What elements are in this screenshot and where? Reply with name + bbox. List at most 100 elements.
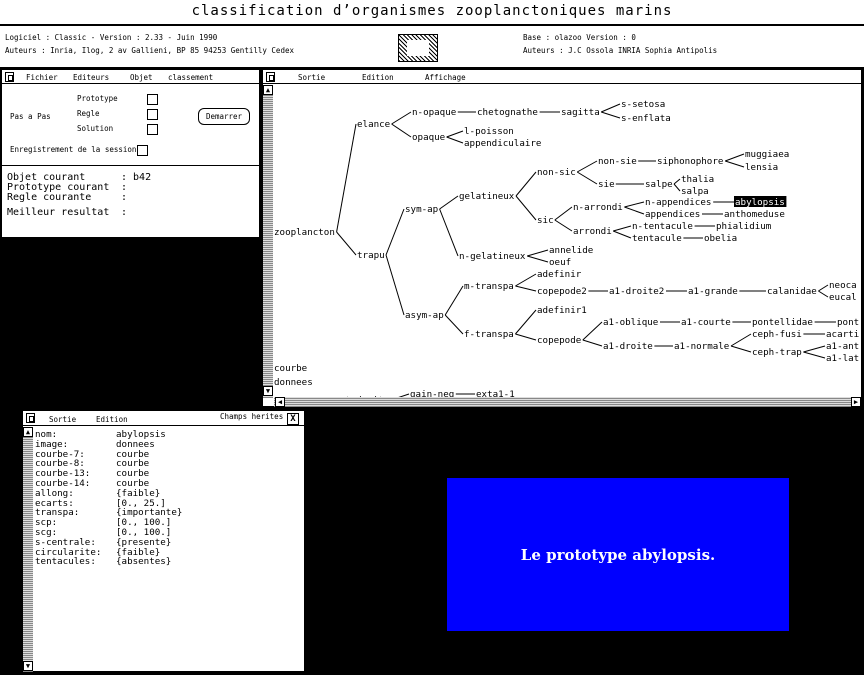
tree-node-annelide[interactable]: annelide — [549, 245, 593, 256]
tree-node-obelia[interactable]: obelia — [704, 233, 737, 244]
tree-node-ceph-trap[interactable]: ceph-trap — [752, 347, 802, 358]
tree-node-f-transpa[interactable]: f-transpa — [464, 329, 514, 340]
close-icon[interactable]: X — [287, 413, 299, 425]
vertical-scrollbar[interactable] — [23, 427, 33, 672]
tree-node-n-opaque[interactable]: n-opaque — [412, 107, 456, 118]
tree-node-ant-droite[interactable]: ant-droite — [334, 395, 389, 397]
horizontal-scrollbar[interactable] — [274, 397, 861, 407]
tree-node-adefinir1[interactable]: adefinir1 — [537, 305, 587, 316]
tree-node-asym-ap[interactable]: asym-ap — [405, 310, 444, 321]
vertical-scrollbar[interactable] — [263, 85, 273, 398]
tree-node-s-enflata[interactable]: s-enflata — [621, 113, 671, 124]
regle-checkbox[interactable] — [147, 109, 158, 120]
scroll-down-button[interactable]: ▼ — [23, 661, 33, 671]
scroll-down-button[interactable]: ▼ — [263, 386, 273, 396]
tree-node-sie[interactable]: sie — [598, 179, 615, 190]
tree-edge — [576, 171, 598, 185]
enregistrement-label: Enregistrement de la session — [10, 145, 137, 154]
scroll-left-button[interactable]: ◀ — [275, 397, 285, 407]
tree-node-gain-neg[interactable]: gain-neg — [410, 389, 454, 397]
menu-sortie[interactable]: Sortie — [298, 73, 325, 82]
tree-node-tentacule[interactable]: tentacule — [632, 233, 682, 244]
tree-node-l-poisson[interactable]: l-poisson — [464, 126, 514, 137]
window-menu-icon[interactable] — [5, 72, 14, 82]
tree-node-sagitta[interactable]: sagitta — [561, 107, 600, 118]
tree-node-n-tentacule[interactable]: n-tentacule — [632, 221, 693, 232]
tree-node-a1-grande[interactable]: a1-grande — [688, 286, 738, 297]
tree-node-oeuf[interactable]: oeuf — [549, 257, 571, 268]
tree-node-appendices[interactable]: appendices — [645, 209, 700, 220]
tree-node-courbe[interactable]: courbe — [274, 363, 307, 374]
tree-node-abylopsis[interactable]: abylopsis — [735, 197, 785, 208]
tree-node-siphonophore[interactable]: siphonophore — [657, 156, 723, 167]
tree-node-neoca[interactable]: neoca — [829, 280, 857, 291]
regle-label: Regle — [77, 109, 100, 118]
enregistrement-checkbox[interactable] — [137, 145, 148, 156]
window-menu-icon[interactable] — [26, 413, 35, 423]
tree-node-sic[interactable]: sic — [537, 215, 554, 226]
tree-node-anthomeduse[interactable]: anthomeduse — [724, 209, 785, 220]
tree-edge — [673, 178, 681, 185]
tree-node-acarti[interactable]: acarti — [826, 329, 859, 340]
tree-node-adefinir[interactable]: adefinir — [537, 269, 582, 280]
tree-node-donnees[interactable]: donnees — [274, 377, 313, 388]
tree-node-arrondi[interactable]: arrondi — [573, 226, 612, 237]
window-menu-icon[interactable] — [266, 72, 275, 82]
tree-node-exta1-1[interactable]: exta1-1 — [476, 389, 515, 397]
menu-fichier[interactable]: Fichier — [26, 73, 58, 82]
tree-node-ceph-fusi[interactable]: ceph-fusi — [752, 329, 802, 340]
tree-node-m-transpa[interactable]: m-transpa — [464, 281, 514, 292]
tree-node-salpe[interactable]: salpe — [645, 179, 673, 190]
tree-node-copepode2[interactable]: copepode2 — [537, 286, 587, 297]
tree-node-lensia[interactable]: lensia — [745, 162, 778, 173]
tree-node-a1-oblique[interactable]: a1-oblique — [603, 317, 658, 328]
tree-node-elance[interactable]: elance — [357, 119, 390, 130]
scroll-up-button[interactable]: ▲ — [263, 85, 273, 95]
menu-affichage[interactable]: Affichage — [425, 73, 466, 82]
tree-node-phialidium[interactable]: phialidium — [716, 221, 772, 232]
menu-edition[interactable]: Edition — [96, 415, 128, 424]
scroll-up-button[interactable]: ▲ — [23, 427, 33, 437]
tree-node-copepode[interactable]: copepode — [537, 335, 581, 346]
tree-node-muggiaea[interactable]: muggiaea — [745, 149, 789, 160]
tree-edge — [515, 285, 537, 292]
tree-node-calanidae[interactable]: calanidae — [767, 286, 817, 297]
tree-node-zooplancton[interactable]: zooplancton — [274, 227, 335, 238]
tree-node-chetognathe[interactable]: chetognathe — [477, 107, 538, 118]
tree-node-opaque[interactable]: opaque — [412, 132, 445, 143]
tree-node-eucal[interactable]: eucal — [829, 292, 857, 303]
menu-classement[interactable]: classement — [168, 73, 213, 82]
scroll-right-button[interactable]: ▶ — [851, 397, 861, 407]
tree-node-a1-normale[interactable]: a1-normale — [674, 341, 729, 352]
demarrer-button[interactable]: Demarrer — [198, 108, 250, 125]
title-bar: classification d’organismes zooplanctoni… — [0, 0, 864, 25]
tree-node-a1-lat[interactable]: a1-lat — [826, 353, 859, 364]
menu-editeurs[interactable]: Editeurs — [73, 73, 109, 82]
tree-node-trapu[interactable]: trapu — [357, 250, 385, 261]
tree-node-n-arrondi[interactable]: n-arrondi — [573, 202, 623, 213]
tree-node-a1-courte[interactable]: a1-courte — [681, 317, 731, 328]
prototype-checkbox[interactable] — [147, 94, 158, 105]
tree-node-pontellidae[interactable]: pontellidae — [752, 317, 813, 328]
tree-node-non-sie[interactable]: non-sie — [598, 156, 637, 167]
tree-node-pont[interactable]: pont — [837, 317, 859, 328]
tree-node-salpa[interactable]: salpa — [681, 186, 709, 197]
tree-node-a1-ant[interactable]: a1-ant — [826, 341, 859, 352]
tree-edge — [444, 314, 464, 335]
menu-objet[interactable]: Objet — [130, 73, 153, 82]
tree-node-s-setosa[interactable]: s-setosa — [621, 99, 665, 110]
tree-node-appendiculaire[interactable]: appendiculaire — [464, 138, 541, 149]
tree-node-gelatineux[interactable]: gelatineux — [459, 191, 515, 202]
menu-edition[interactable]: Edition — [362, 73, 394, 82]
tree-node-n-gelatineux[interactable]: n-gelatineux — [459, 251, 526, 262]
tree-node-a1-droite2[interactable]: a1-droite2 — [609, 286, 664, 297]
tree-node-sym-ap[interactable]: sym-ap — [405, 204, 438, 215]
tree-node-thalia[interactable]: thalia — [681, 174, 714, 185]
menu-sortie[interactable]: Sortie — [49, 415, 76, 424]
message-panel: Le prototype abylopsis. — [447, 478, 789, 631]
tree-node-n-appendices[interactable]: n-appendices — [645, 197, 711, 208]
tree-node-a1-droite[interactable]: a1-droite — [603, 341, 653, 352]
tree-node-non-sic[interactable]: non-sic — [537, 167, 576, 178]
champs-herites-label[interactable]: Champs herites — [220, 412, 283, 421]
solution-checkbox[interactable] — [147, 124, 158, 135]
